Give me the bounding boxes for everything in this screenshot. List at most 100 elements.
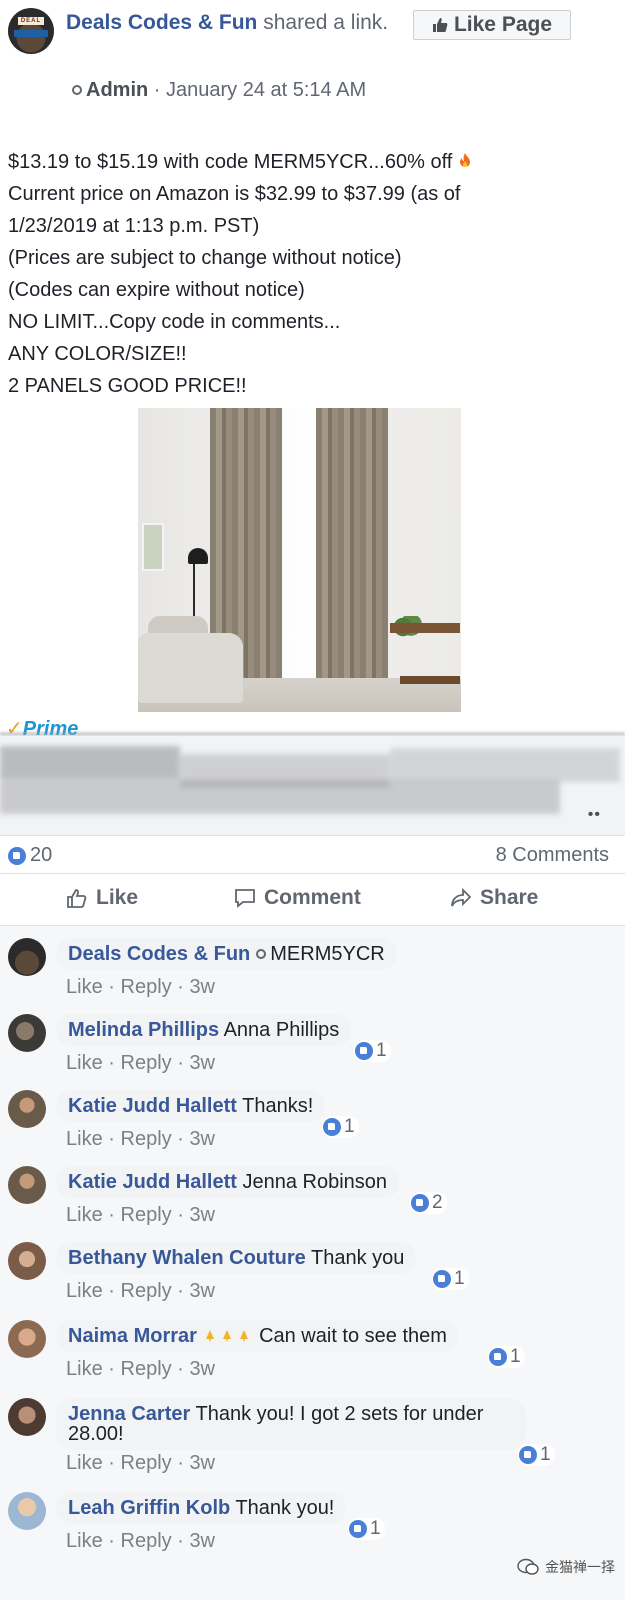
commenter-name[interactable]: Leah Griffin Kolb — [68, 1497, 230, 1519]
comment-reply-link[interactable]: Reply — [121, 1128, 172, 1150]
comment-actions: Like · Reply · 3w — [66, 1052, 215, 1075]
comment-like-link[interactable]: Like — [66, 1128, 103, 1150]
comment-actions: Like · Reply · 3w — [66, 1280, 215, 1303]
comment-reaction-count[interactable]: 1 — [488, 1346, 525, 1368]
commenter-name[interactable]: Deals Codes & Fun — [68, 943, 250, 965]
comment-like-link[interactable]: Like — [66, 1358, 103, 1380]
comment-reaction-number: 1 — [540, 1444, 551, 1465]
like-reaction-icon — [433, 1270, 451, 1288]
fire-emoji-icon — [459, 153, 470, 167]
comment-reply-link[interactable]: Reply — [121, 1358, 172, 1380]
commenter-name[interactable]: Bethany Whalen Couture — [68, 1247, 306, 1269]
comment-button[interactable]: Comment — [234, 886, 625, 910]
comment-age[interactable]: 3w — [189, 1358, 215, 1380]
page-avatar[interactable]: DEAL — [8, 8, 54, 54]
comment-reply-link[interactable]: Reply — [121, 976, 172, 998]
comment-reply-link[interactable]: Reply — [121, 1452, 172, 1474]
like-page-button[interactable]: Like Page — [413, 10, 571, 40]
page-badge-icon — [256, 949, 267, 959]
thumbs-up-icon — [432, 18, 448, 32]
comment-reaction-number: 2 — [432, 1192, 443, 1213]
commenter-avatar[interactable] — [8, 1492, 46, 1530]
comment-age[interactable]: 3w — [189, 1280, 215, 1302]
commenter-name[interactable]: Katie Judd Hallett — [68, 1171, 237, 1193]
post-line: NO LIMIT...Copy code in comments... — [8, 311, 341, 333]
shared-link-text: shared a link. — [263, 11, 389, 34]
speech-bubble-icon — [235, 889, 255, 908]
separator: · — [177, 1128, 184, 1150]
comment-age[interactable]: 3w — [189, 1052, 215, 1074]
comment-like-link[interactable]: Like — [66, 976, 103, 998]
admin-badge-icon — [72, 85, 82, 95]
commenter-avatar[interactable] — [8, 1398, 46, 1436]
separator: · — [177, 1204, 184, 1226]
separator: · — [108, 1128, 115, 1150]
commenter-avatar[interactable] — [8, 1242, 46, 1280]
share-button[interactable]: Share — [450, 886, 538, 910]
separator: · — [108, 1052, 115, 1074]
comment-reaction-count[interactable]: 1 — [348, 1518, 385, 1540]
comment-reaction-count[interactable]: 2 — [410, 1192, 447, 1214]
comment-age[interactable]: 3w — [189, 1204, 215, 1226]
link-preview[interactable]: ✓Prime — [0, 406, 625, 740]
comment-like-link[interactable]: Like — [66, 1280, 103, 1302]
comment-reply-link[interactable]: Reply — [121, 1052, 172, 1074]
comment-item: Leah Griffin Kolb Thank you! 1 Like · Re… — [0, 1488, 625, 1558]
comment-actions: Like · Reply · 3w — [66, 1358, 215, 1381]
comment-reply-link[interactable]: Reply — [121, 1280, 172, 1302]
post-title-line: Deals Codes & Fun shared a link. — [66, 8, 406, 38]
commenter-name[interactable]: Katie Judd Hallett — [68, 1095, 237, 1117]
comment-reaction-number: 1 — [454, 1268, 465, 1289]
floor-lamp-shade — [188, 548, 208, 564]
share-label: Share — [480, 886, 539, 909]
comment-age[interactable]: 3w — [189, 1452, 215, 1474]
reaction-bar: 20 8 Comments — [0, 836, 625, 874]
commenter-avatar[interactable] — [8, 1090, 46, 1128]
comment-bubble: Katie Judd Hallett Jenna Robinson — [56, 1166, 400, 1198]
comment-reaction-count[interactable]: 1 — [432, 1268, 469, 1290]
like-reaction-icon — [323, 1118, 341, 1136]
reaction-count[interactable]: 20 — [8, 844, 52, 867]
commenter-name[interactable]: Jenna Carter — [68, 1403, 190, 1425]
comment-reaction-count[interactable]: 1 — [518, 1444, 555, 1466]
comment-like-link[interactable]: Like — [66, 1052, 103, 1074]
post-author[interactable]: Admin — [86, 79, 148, 101]
comment-text: Anna Phillips — [223, 1019, 340, 1041]
comment-like-link[interactable]: Like — [66, 1530, 103, 1552]
comment-item: Naima Morrar Can wait to see them 1 Like… — [0, 1316, 625, 1386]
like-button[interactable]: Like — [66, 886, 138, 910]
comment-age[interactable]: 3w — [189, 1128, 215, 1150]
comment-reaction-count[interactable]: 1 — [322, 1116, 359, 1138]
comment-reply-link[interactable]: Reply — [121, 1530, 172, 1552]
commenter-avatar[interactable] — [8, 1166, 46, 1204]
post-timestamp[interactable]: January 24 at 5:14 AM — [166, 79, 366, 101]
thumbs-up-outline-icon — [67, 889, 87, 908]
commenter-avatar[interactable] — [8, 1014, 46, 1052]
post-meta: Admin · January 24 at 5:14 AM — [66, 75, 406, 106]
reaction-count-text: 20 — [30, 844, 53, 866]
comment-age[interactable]: 3w — [189, 1530, 215, 1552]
action-bar: Like Comment Share — [0, 876, 625, 926]
storefront-awning — [14, 30, 48, 37]
more-options-icon[interactable]: •• — [588, 806, 601, 824]
separator: · — [108, 976, 115, 998]
comment-actions: Like · Reply · 3w — [66, 1452, 215, 1475]
wooden-chair — [390, 623, 460, 633]
praying-hands-icon — [239, 1330, 248, 1342]
comment-bubble: Leah Griffin Kolb Thank you! — [56, 1492, 347, 1524]
comment-reaction-count[interactable]: 1 — [354, 1040, 391, 1062]
comment-reply-link[interactable]: Reply — [121, 1204, 172, 1226]
comment-like-link[interactable]: Like — [66, 1204, 103, 1226]
commenter-avatar[interactable] — [8, 1320, 46, 1358]
page-name-link[interactable]: Deals Codes & Fun — [66, 11, 257, 34]
commenter-avatar[interactable] — [8, 938, 46, 976]
comment-count[interactable]: 8 Comments — [496, 844, 609, 867]
commenter-name[interactable]: Naima Morrar — [68, 1325, 197, 1347]
comment-actions: Like · Reply · 3w — [66, 1204, 215, 1227]
curtain-product-image[interactable] — [138, 408, 461, 712]
post-body: $13.19 to $15.19 with code MERM5YCR...60… — [8, 146, 608, 402]
comment-like-link[interactable]: Like — [66, 1452, 103, 1474]
commenter-name[interactable]: Melinda Phillips — [68, 1019, 219, 1041]
blurred-link-details[interactable]: •• — [0, 736, 625, 836]
comment-age[interactable]: 3w — [189, 976, 215, 998]
